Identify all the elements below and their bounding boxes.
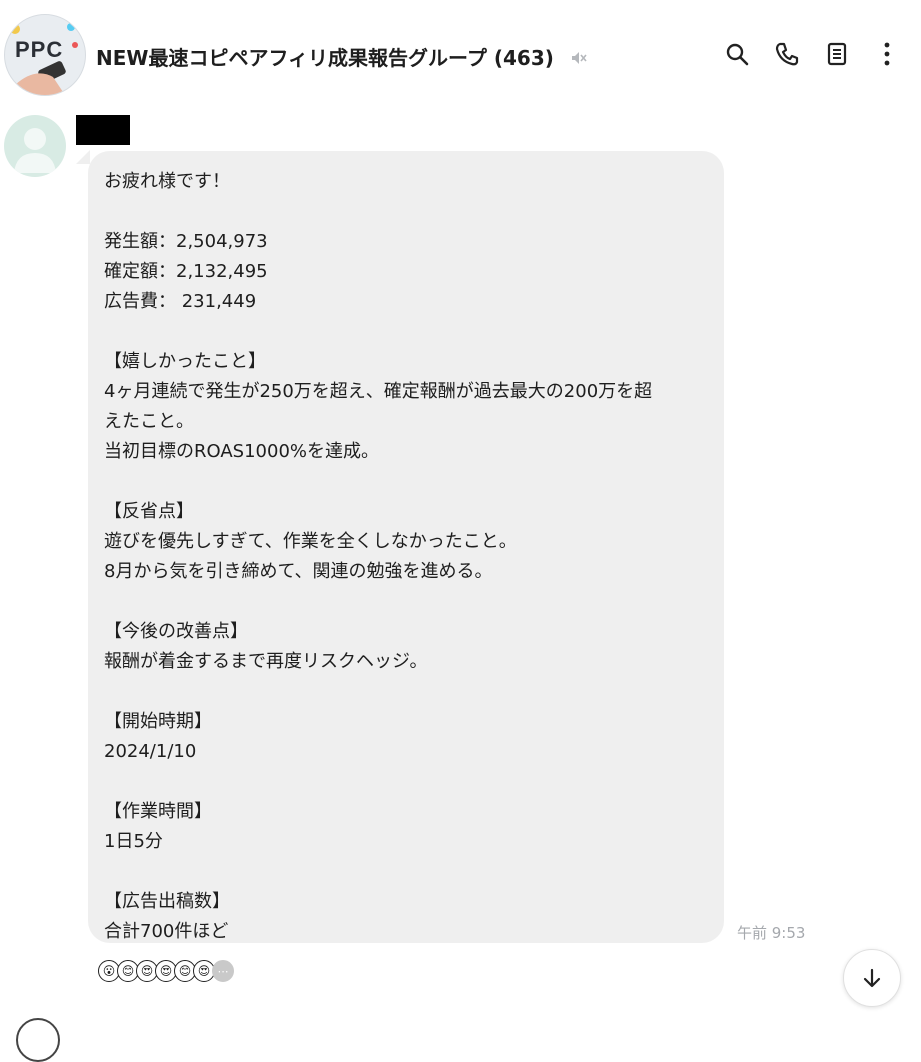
message-line: 遊びを優先しすぎて、作業を全くしなかったこと。 [104, 531, 517, 552]
message-line: 当初目標のROAS1000%を達成。 [104, 441, 380, 462]
message-line [104, 857, 652, 887]
arrow-down-icon [863, 968, 881, 988]
next-sender-avatar[interactable] [16, 1018, 60, 1062]
message-line: 確定額：2,132,495 [104, 261, 268, 282]
chat-title: NEW最速コピペアフィリ成果報告グループ (463) [96, 42, 587, 72]
message-line: 報酬が着金するまで再度リスクヘッジ。 [104, 651, 428, 672]
message-line: 2024/1/10 [104, 741, 197, 762]
message-line: 8月から気を引き締めて、関連の勉強を進める。 [104, 561, 493, 582]
member-count: (463) [493, 46, 554, 70]
message-text: お疲れ様です！ 発生額：2,504,973 確定額：2,132,495 広告費： 23… [104, 167, 652, 947]
mute-icon [569, 48, 587, 72]
message-line [104, 197, 652, 227]
more-reactions-icon[interactable]: ⋯ [212, 960, 234, 982]
message-line: 4ヶ月連続で発生が250万を超え、確定報酬が過去最大の200万を超 [104, 381, 653, 402]
message-line: 【開始時期】 [104, 711, 212, 732]
message-line [104, 467, 652, 497]
message-line: 【反省点】 [104, 501, 194, 522]
message-line: 【広告出稿数】 [104, 891, 230, 912]
message-line [104, 767, 652, 797]
message-line: 【嬉しかったこと】 [104, 351, 266, 372]
avatar-text: PPC [15, 37, 64, 62]
message-bubble[interactable]: お疲れ様です！ 発生額：2,504,973 確定額：2,132,495 広告費： 23… [88, 151, 724, 943]
redacted-sender-name [76, 115, 130, 145]
message-line [104, 677, 652, 707]
message-line: 発生額：2,504,973 [104, 231, 268, 252]
scroll-to-bottom-button[interactable] [843, 949, 901, 1007]
chat-header: PPC NEW最速コピペアフィリ成果報告グループ (463) [0, 0, 921, 110]
message-line: 【今後の改善点】 [104, 621, 248, 642]
bubble-tail [76, 150, 90, 164]
message-line [104, 317, 652, 347]
more-icon[interactable] [873, 40, 901, 68]
message-line: 合計700件ほど [104, 921, 229, 942]
message-line: 【作業時間】 [104, 801, 212, 822]
message-timestamp: 午前 9:53 [737, 924, 806, 942]
call-icon[interactable] [773, 40, 801, 68]
message-line: えたこと。 [104, 411, 194, 432]
message-line [104, 587, 652, 617]
default-user-icon [14, 128, 56, 173]
group-avatar[interactable]: PPC [4, 14, 86, 96]
group-name: NEW最速コピペアフィリ成果報告グループ [96, 46, 487, 70]
message-line: お疲れ様です！ [104, 171, 230, 192]
notes-icon[interactable] [823, 40, 851, 68]
sender-avatar[interactable] [4, 115, 66, 177]
header-actions [723, 40, 901, 68]
search-icon[interactable] [723, 40, 751, 68]
message-line: 1日5分 [104, 831, 163, 852]
message-line: 広告費： 231,449 [104, 291, 257, 312]
reactions-bar[interactable]: 😮 😊 😍 😍 😊 😍 ⋯ [98, 960, 234, 982]
